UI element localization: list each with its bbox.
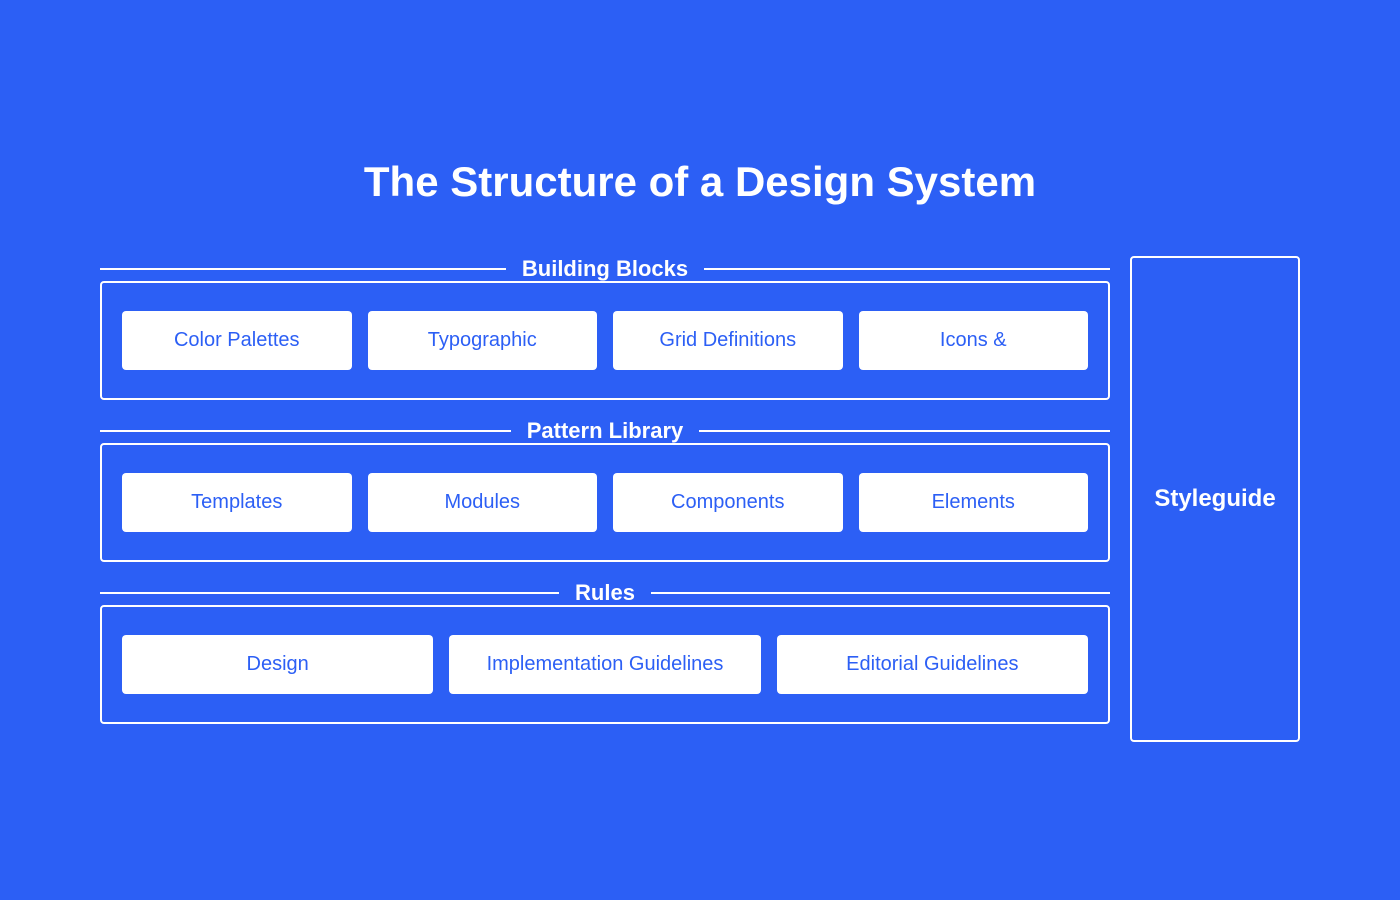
rules-box: Design Implementation Guidelines Editori… [100, 605, 1110, 724]
styleguide-label: Styleguide [1154, 485, 1275, 513]
pattern-library-line-left [100, 430, 511, 432]
building-blocks-line-right [704, 268, 1110, 270]
building-blocks-line-left [100, 268, 506, 270]
pattern-library-label: Pattern Library [511, 418, 700, 444]
building-blocks-label-row: Building Blocks [100, 256, 1110, 282]
icons-card[interactable]: Icons & [859, 311, 1089, 370]
building-blocks-box: Color Palettes Typographic Grid Definiti… [100, 281, 1110, 400]
rules-line-left [100, 592, 559, 594]
rules-line-right [651, 592, 1110, 594]
design-card[interactable]: Design [122, 635, 433, 694]
editorial-guidelines-card[interactable]: Editorial Guidelines [777, 635, 1088, 694]
implementation-guidelines-card[interactable]: Implementation Guidelines [449, 635, 760, 694]
building-blocks-group: Building Blocks Color Palettes Typograph… [100, 256, 1110, 400]
left-section: Building Blocks Color Palettes Typograph… [100, 256, 1110, 742]
pattern-library-group: Pattern Library Templates Modules Compon… [100, 418, 1110, 562]
rules-group: Rules Design Implementation Guidelines E… [100, 580, 1110, 724]
elements-card[interactable]: Elements [859, 473, 1089, 532]
pattern-library-box: Templates Modules Components Elements [100, 443, 1110, 562]
rules-label-row: Rules [100, 580, 1110, 606]
building-blocks-label: Building Blocks [506, 256, 704, 282]
pattern-library-line-right [699, 430, 1110, 432]
rules-label: Rules [559, 580, 651, 606]
pattern-library-label-row: Pattern Library [100, 418, 1110, 444]
main-layout: Building Blocks Color Palettes Typograph… [100, 256, 1300, 742]
grid-definitions-card[interactable]: Grid Definitions [613, 311, 843, 370]
modules-card[interactable]: Modules [368, 473, 598, 532]
styleguide-box: Styleguide [1130, 256, 1300, 742]
typographic-card[interactable]: Typographic [368, 311, 598, 370]
components-card[interactable]: Components [613, 473, 843, 532]
templates-card[interactable]: Templates [122, 473, 352, 532]
page-title: The Structure of a Design System [364, 158, 1036, 206]
color-palettes-card[interactable]: Color Palettes [122, 311, 352, 370]
